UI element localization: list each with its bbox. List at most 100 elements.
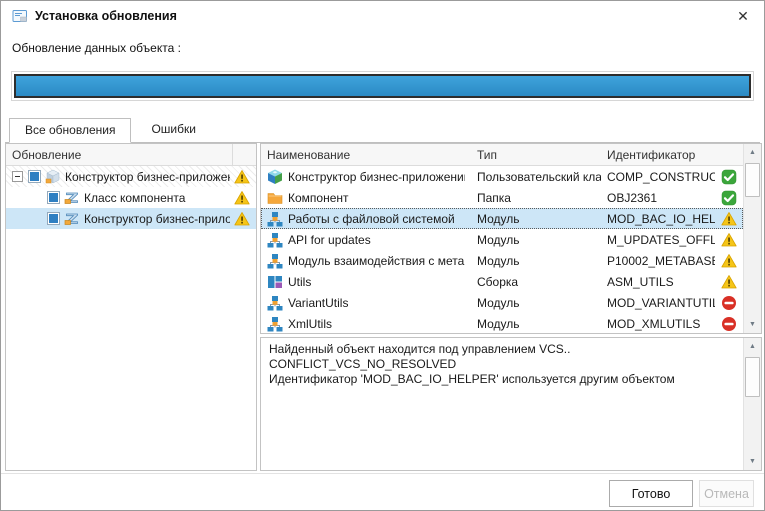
cell-id: MOD_XMLUTILS bbox=[601, 317, 715, 331]
table-scrollbar[interactable]: ▲ ▼ bbox=[743, 144, 761, 333]
tree-item-label: Конструктор бизнес-приложений bbox=[65, 170, 230, 184]
object-name: Работы с файловой системой bbox=[288, 212, 455, 226]
tree-header-row: Обновление bbox=[6, 144, 256, 166]
tab-all-updates[interactable]: Все обновления bbox=[9, 118, 131, 143]
scroll-down-button[interactable]: ▼ bbox=[744, 453, 761, 470]
tree-item-checkbox[interactable] bbox=[47, 212, 60, 225]
column-header-id[interactable]: Идентификатор bbox=[601, 148, 715, 162]
cell-name: Компонент bbox=[261, 190, 471, 206]
warning-icon bbox=[721, 211, 737, 227]
tree-item[interactable]: Конструктор бизнес-приложений bbox=[6, 208, 256, 229]
blocked-icon bbox=[721, 316, 737, 332]
module-icon bbox=[267, 232, 283, 248]
tree-item-checkbox[interactable] bbox=[28, 170, 41, 183]
message-scrollbar[interactable]: ▲ ▼ bbox=[743, 338, 761, 470]
column-header-name[interactable]: Наименование bbox=[261, 148, 471, 162]
object-name: API for updates bbox=[288, 233, 371, 247]
assembly-icon bbox=[267, 274, 283, 290]
cell-status bbox=[715, 295, 743, 311]
tree-item[interactable]: Конструктор бизнес-приложений bbox=[6, 166, 256, 187]
message-line: CONFLICT_VCS_NO_RESOLVED bbox=[269, 357, 735, 372]
scroll-thumb[interactable] bbox=[745, 357, 760, 397]
cell-id: P10002_METABASE_HELPER bbox=[601, 254, 715, 268]
progress-fill bbox=[16, 76, 749, 96]
tree-status-column-header bbox=[232, 144, 256, 165]
tree-column-header[interactable]: Обновление bbox=[6, 148, 232, 162]
cell-id: OBJ2361 bbox=[601, 191, 715, 205]
object-name: Конструктор бизнес-приложений bbox=[288, 170, 465, 184]
progress-label: Обновление данных объекта : bbox=[12, 41, 181, 55]
module-icon bbox=[267, 253, 283, 269]
title-bar: Установка обновления ✕ bbox=[1, 1, 764, 31]
cell-name: XmlUtils bbox=[261, 316, 471, 332]
cell-type: Модуль bbox=[471, 233, 601, 247]
object-name: Utils bbox=[288, 275, 311, 289]
window-title: Установка обновления bbox=[35, 9, 177, 23]
close-button[interactable]: ✕ bbox=[730, 5, 756, 27]
footer-separator bbox=[1, 473, 764, 474]
table-row[interactable]: КомпонентПапкаOBJ2361 bbox=[261, 187, 743, 208]
table-row[interactable]: Utils СборкаASM_UTILS bbox=[261, 271, 743, 292]
tree-item[interactable]: Класс компонента bbox=[6, 187, 256, 208]
cancel-button[interactable]: Отмена bbox=[699, 480, 754, 507]
table-row[interactable]: API for updates МодульM_UPDATES_OFFLINE_A… bbox=[261, 229, 743, 250]
cube-icon bbox=[267, 169, 283, 185]
scroll-thumb[interactable] bbox=[745, 163, 760, 197]
cell-name: Работы с файловой системой bbox=[261, 211, 471, 227]
cell-status bbox=[715, 169, 743, 185]
object-name: VariantUtils bbox=[288, 296, 348, 310]
tree-item-checkbox[interactable] bbox=[47, 191, 60, 204]
warning-icon bbox=[234, 211, 250, 227]
cell-status bbox=[715, 232, 743, 248]
cell-id: M_UPDATES_OFFLINE_API bbox=[601, 233, 715, 247]
check-icon bbox=[721, 169, 737, 185]
folder-icon bbox=[267, 190, 283, 206]
object-name: XmlUtils bbox=[288, 317, 332, 331]
table-row[interactable]: VariantUtilsМодульMOD_VARIANTUTILS bbox=[261, 292, 743, 313]
module-icon bbox=[267, 211, 283, 227]
cell-name: Конструктор бизнес-приложений bbox=[261, 169, 471, 185]
cell-status bbox=[715, 253, 743, 269]
cell-type: Пользовательский класс bbox=[471, 170, 601, 184]
cell-name: Utils bbox=[261, 274, 471, 290]
package-cube-icon bbox=[45, 169, 61, 185]
table-row[interactable]: Конструктор бизнес-приложений Пользовател… bbox=[261, 166, 743, 187]
table-row[interactable]: Работы с файловой системой МодульMOD_BAC_… bbox=[261, 208, 743, 229]
done-button[interactable]: Готово bbox=[609, 480, 693, 507]
cell-name: Модуль взаимодействия с метабазой bbox=[261, 253, 471, 269]
tree-body: Конструктор бизнес-приложений Класс компо… bbox=[6, 166, 256, 470]
objects-table-panel: Наименование Тип Идентификатор Конструкт… bbox=[260, 143, 762, 334]
cell-id: MOD_BAC_IO_HELPER bbox=[601, 212, 715, 226]
cell-name: VariantUtils bbox=[261, 295, 471, 311]
scroll-up-button[interactable]: ▲ bbox=[744, 338, 761, 355]
cell-type: Модуль bbox=[471, 254, 601, 268]
table-body: Конструктор бизнес-приложений Пользовател… bbox=[261, 166, 743, 333]
progress-track bbox=[14, 74, 751, 98]
tab-errors[interactable]: Ошибки bbox=[135, 117, 212, 142]
table-row[interactable]: XmlUtils МодульMOD_XMLUTILS bbox=[261, 313, 743, 333]
scroll-down-button[interactable]: ▼ bbox=[744, 316, 761, 333]
cell-type: Сборка bbox=[471, 275, 601, 289]
scroll-up-button[interactable]: ▲ bbox=[744, 144, 761, 161]
update-tree-panel: Обновление Конструктор бизнес-приложений… bbox=[5, 143, 257, 471]
blocked-icon bbox=[721, 295, 737, 311]
cell-id: COMP_CONSTRUCT bbox=[601, 170, 715, 184]
cell-id: MOD_VARIANTUTILS bbox=[601, 296, 715, 310]
table-row[interactable]: Модуль взаимодействия с метабазой МодульP… bbox=[261, 250, 743, 271]
column-header-type[interactable]: Тип bbox=[471, 148, 601, 162]
update-install-dialog: Установка обновления ✕ Обновление данных… bbox=[0, 0, 765, 511]
tab-bar: Все обновления Ошибки bbox=[5, 118, 760, 143]
object-name: Модуль взаимодействия с метабазой bbox=[288, 254, 465, 268]
warning-icon bbox=[721, 274, 737, 290]
object-name: Компонент bbox=[288, 191, 349, 205]
cell-id: ASM_UTILS bbox=[601, 275, 715, 289]
cell-name: API for updates bbox=[261, 232, 471, 248]
expander-minus-icon[interactable] bbox=[11, 170, 24, 183]
warning-icon bbox=[234, 169, 250, 185]
class-icon bbox=[64, 190, 80, 206]
tree-item-label: Конструктор бизнес-приложений bbox=[84, 212, 230, 226]
tree-item-label: Класс компонента bbox=[84, 191, 230, 205]
cell-type: Модуль bbox=[471, 212, 601, 226]
module-icon bbox=[267, 316, 283, 332]
cell-type: Модуль bbox=[471, 317, 601, 331]
